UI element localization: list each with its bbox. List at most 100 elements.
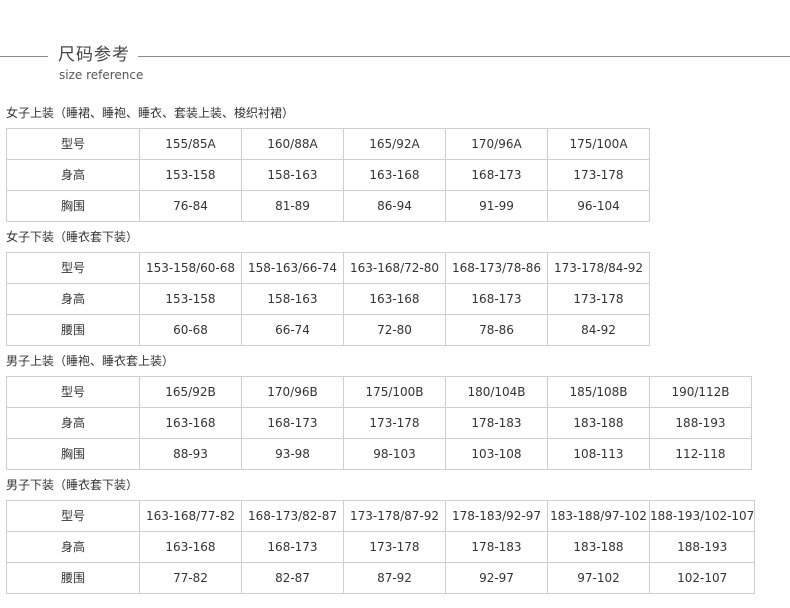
table-row: 型号 163-168/77-82 168-173/82-87 173-178/8… bbox=[6, 500, 756, 532]
table-row: 胸围 76-84 81-89 86-94 91-99 96-104 bbox=[6, 190, 650, 222]
table-cell: 183-188/97-102 bbox=[547, 500, 650, 532]
table-cell: 163-168 bbox=[139, 407, 242, 439]
row-header-chest: 胸围 bbox=[6, 438, 140, 470]
table-cell: 183-188 bbox=[547, 407, 650, 439]
table-cell: 183-188 bbox=[547, 531, 650, 563]
size-table-mens-tops: 型号 165/92B 170/96B 175/100B 180/104B 185… bbox=[6, 376, 752, 470]
table-row: 型号 155/85A 160/88A 165/92A 170/96A 175/1… bbox=[6, 128, 650, 160]
table-cell: 168-173 bbox=[445, 283, 548, 315]
table-cell: 188-193 bbox=[648, 531, 756, 563]
table-cell: 72-80 bbox=[343, 314, 446, 346]
table-cell: 86-94 bbox=[343, 190, 446, 222]
table-cell: 165/92B bbox=[139, 376, 242, 408]
table-cell: 84-92 bbox=[547, 314, 650, 346]
table-cell: 96-104 bbox=[547, 190, 650, 222]
table-row: 型号 165/92B 170/96B 175/100B 180/104B 185… bbox=[6, 376, 752, 408]
page-subtitle: size reference bbox=[59, 68, 144, 82]
header-divider-right bbox=[138, 56, 790, 57]
row-header-model: 型号 bbox=[6, 252, 140, 284]
table-cell: 180/104B bbox=[445, 376, 548, 408]
table-cell: 160/88A bbox=[241, 128, 344, 160]
row-header-model: 型号 bbox=[6, 376, 140, 408]
table-cell: 108-113 bbox=[547, 438, 650, 470]
table-cell: 88-93 bbox=[139, 438, 242, 470]
row-header-model: 型号 bbox=[6, 500, 140, 532]
table-cell: 82-87 bbox=[241, 562, 344, 594]
table-cell: 165/92A bbox=[343, 128, 446, 160]
table-cell: 153-158 bbox=[139, 159, 242, 191]
section-title-womens-bottoms: 女子下装（睡衣套下装） bbox=[6, 230, 139, 244]
table-cell: 163-168 bbox=[343, 159, 446, 191]
table-cell: 168-173 bbox=[241, 407, 344, 439]
table-cell: 168-173/78-86 bbox=[445, 252, 548, 284]
table-cell: 98-103 bbox=[343, 438, 446, 470]
row-header-height: 身高 bbox=[6, 531, 140, 563]
table-cell: 173-178 bbox=[547, 159, 650, 191]
table-row: 身高 153-158 158-163 163-168 168-173 173-1… bbox=[6, 283, 650, 315]
table-cell: 77-82 bbox=[139, 562, 242, 594]
table-cell: 93-98 bbox=[241, 438, 344, 470]
table-cell: 188-193 bbox=[649, 407, 752, 439]
header-divider-left bbox=[0, 56, 48, 57]
table-cell: 112-118 bbox=[649, 438, 752, 470]
table-cell: 87-92 bbox=[343, 562, 446, 594]
table-row: 型号 153-158/60-68 158-163/66-74 163-168/7… bbox=[6, 252, 650, 284]
table-cell: 102-107 bbox=[648, 562, 756, 594]
section-title-mens-tops: 男子上装（睡袍、睡衣套上装） bbox=[6, 354, 175, 368]
table-cell: 155/85A bbox=[139, 128, 242, 160]
table-cell: 78-86 bbox=[445, 314, 548, 346]
table-row: 胸围 88-93 93-98 98-103 103-108 108-113 11… bbox=[6, 438, 752, 470]
table-cell: 76-84 bbox=[139, 190, 242, 222]
table-cell: 173-178 bbox=[547, 283, 650, 315]
table-cell: 92-97 bbox=[445, 562, 548, 594]
table-cell: 163-168 bbox=[139, 531, 242, 563]
section-title-mens-bottoms: 男子下装（睡衣套下装） bbox=[6, 478, 139, 492]
page-title: 尺码参考 bbox=[58, 45, 130, 65]
table-cell: 163-168 bbox=[343, 283, 446, 315]
table-cell: 178-183/92-97 bbox=[445, 500, 548, 532]
table-cell: 168-173 bbox=[445, 159, 548, 191]
table-cell: 60-68 bbox=[139, 314, 242, 346]
row-header-height: 身高 bbox=[6, 159, 140, 191]
table-cell: 153-158 bbox=[139, 283, 242, 315]
table-cell: 91-99 bbox=[445, 190, 548, 222]
table-cell: 170/96B bbox=[241, 376, 344, 408]
table-cell: 178-183 bbox=[445, 407, 548, 439]
table-cell: 178-183 bbox=[445, 531, 548, 563]
table-row: 身高 163-168 168-173 173-178 178-183 183-1… bbox=[6, 531, 756, 563]
table-cell: 158-163 bbox=[241, 283, 344, 315]
table-row: 腰围 60-68 66-74 72-80 78-86 84-92 bbox=[6, 314, 650, 346]
table-cell: 170/96A bbox=[445, 128, 548, 160]
table-cell: 175/100B bbox=[343, 376, 446, 408]
table-cell: 97-102 bbox=[547, 562, 650, 594]
table-cell: 190/112B bbox=[649, 376, 752, 408]
section-title-womens-tops: 女子上装（睡裙、睡袍、睡衣、套装上装、梭织衬裙） bbox=[6, 106, 295, 120]
table-row: 身高 153-158 158-163 163-168 168-173 173-1… bbox=[6, 159, 650, 191]
table-cell: 158-163 bbox=[241, 159, 344, 191]
size-table-womens-tops: 型号 155/85A 160/88A 165/92A 170/96A 175/1… bbox=[6, 128, 650, 222]
table-cell: 173-178/84-92 bbox=[547, 252, 650, 284]
table-cell: 163-168/77-82 bbox=[139, 500, 242, 532]
table-cell: 168-173/82-87 bbox=[241, 500, 344, 532]
size-table-womens-bottoms: 型号 153-158/60-68 158-163/66-74 163-168/7… bbox=[6, 252, 650, 346]
row-header-height: 身高 bbox=[6, 283, 140, 315]
table-cell: 66-74 bbox=[241, 314, 344, 346]
table-cell: 173-178 bbox=[343, 407, 446, 439]
row-header-chest: 胸围 bbox=[6, 190, 140, 222]
table-row: 腰围 77-82 82-87 87-92 92-97 97-102 102-10… bbox=[6, 562, 756, 594]
table-cell: 158-163/66-74 bbox=[241, 252, 344, 284]
row-header-height: 身高 bbox=[6, 407, 140, 439]
table-cell: 173-178 bbox=[343, 531, 446, 563]
table-cell: 188-193/102-107 bbox=[648, 500, 756, 532]
table-row: 身高 163-168 168-173 173-178 178-183 183-1… bbox=[6, 407, 752, 439]
table-cell: 81-89 bbox=[241, 190, 344, 222]
row-header-model: 型号 bbox=[6, 128, 140, 160]
table-cell: 163-168/72-80 bbox=[343, 252, 446, 284]
table-cell: 168-173 bbox=[241, 531, 344, 563]
row-header-waist: 腰围 bbox=[6, 562, 140, 594]
table-cell: 185/108B bbox=[547, 376, 650, 408]
table-cell: 175/100A bbox=[547, 128, 650, 160]
size-table-mens-bottoms: 型号 163-168/77-82 168-173/82-87 173-178/8… bbox=[6, 500, 756, 594]
table-cell: 173-178/87-92 bbox=[343, 500, 446, 532]
table-cell: 153-158/60-68 bbox=[139, 252, 242, 284]
